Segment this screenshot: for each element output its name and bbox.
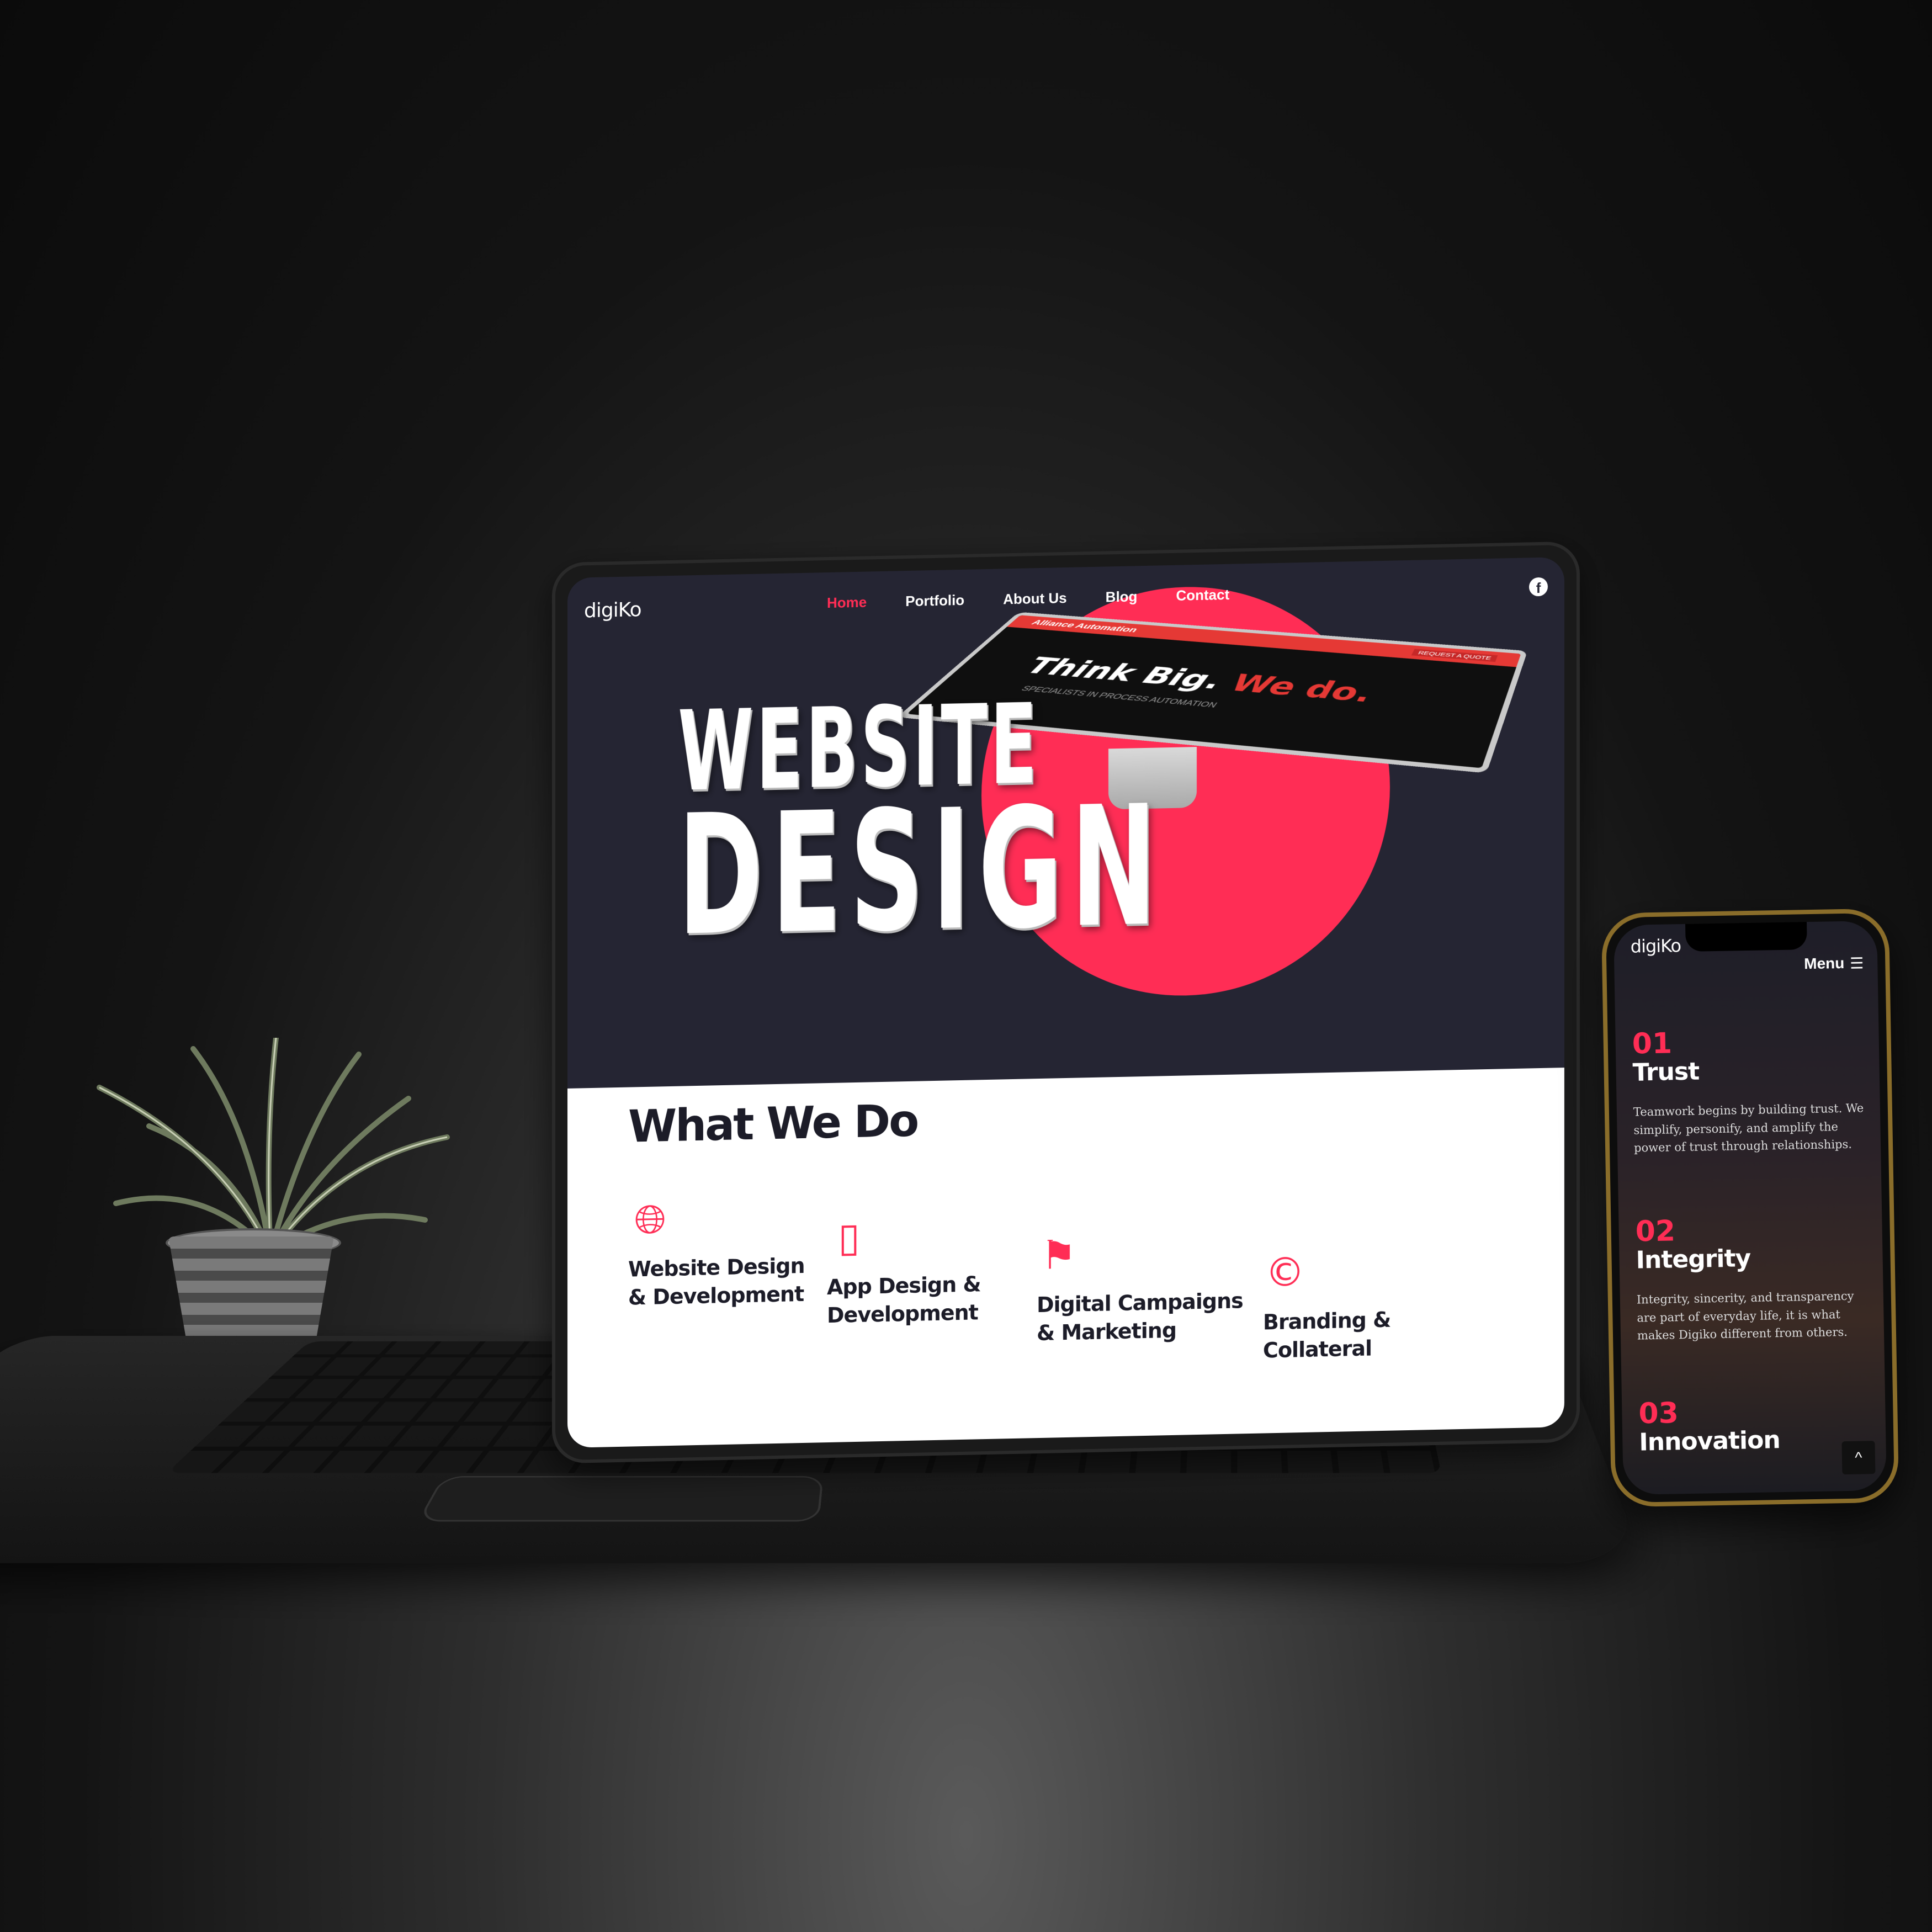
service-label: Branding & Collateral — [1263, 1304, 1451, 1365]
copyright-icon: © — [1263, 1250, 1307, 1295]
hero-title-line2: DESIGN — [678, 792, 1165, 951]
value-body: Teamwork begins by building trust. We si… — [1633, 1099, 1866, 1157]
nav-about-us[interactable]: About Us — [1003, 590, 1067, 608]
hero-section: Alliance Automation REQUEST A QUOTE Thin… — [567, 557, 1564, 1089]
service-digital-campaigns[interactable]: ⚑ Digital Campaigns & Marketing — [1037, 1229, 1257, 1348]
menu-label: Menu — [1804, 954, 1845, 972]
phone-notch — [1685, 922, 1807, 952]
laptop-trackpad — [417, 1476, 824, 1521]
service-label: Website Design & Development — [628, 1251, 816, 1312]
value-number: 01 — [1632, 1026, 1864, 1058]
value-integrity: 02 Integrity Integrity, sincerity, and t… — [1635, 1213, 1869, 1345]
globe-icon: 🌐︎ — [628, 1197, 672, 1242]
hero-title: WEBSITE DESIGN — [678, 692, 1165, 951]
value-trust: 01 Trust Teamwork begins by building tru… — [1632, 1026, 1866, 1157]
value-title: Innovation — [1639, 1424, 1871, 1456]
value-number: 02 — [1635, 1213, 1867, 1246]
mockup-headline-red: We do. — [1223, 670, 1378, 708]
nav-portfolio[interactable]: Portfolio — [905, 592, 964, 610]
nav-contact[interactable]: Contact — [1176, 586, 1229, 604]
value-body: Integrity, sincerity, and transparency a… — [1637, 1287, 1870, 1345]
phone-device: digiKo Menu ☰ 01 Trust Teamwork begins b… — [1601, 909, 1899, 1508]
menu-button[interactable]: Menu — [1804, 954, 1845, 973]
site-logo[interactable]: digiKo — [584, 598, 641, 622]
plant-leaves — [83, 1038, 458, 1259]
value-innovation: 03 Innovation — [1638, 1395, 1871, 1456]
value-number: 03 — [1638, 1395, 1871, 1428]
service-website-design[interactable]: 🌐︎ Website Design & Development — [628, 1193, 816, 1312]
laptop-screen: Alliance Automation REQUEST A QUOTE Thin… — [567, 557, 1564, 1448]
scroll-to-top-button[interactable]: ^ — [1841, 1441, 1875, 1474]
mockup-cta: REQUEST A QUOTE — [1411, 649, 1498, 662]
mockup-logo: Alliance Automation — [1029, 618, 1140, 634]
laptop-lid: Alliance Automation REQUEST A QUOTE Thin… — [552, 541, 1580, 1463]
nav-home[interactable]: Home — [827, 594, 867, 612]
value-title: Integrity — [1636, 1242, 1868, 1274]
section-title: What We Do — [628, 1095, 917, 1153]
service-app-design[interactable]: ▯ App Design & Development — [827, 1212, 1015, 1330]
devices-icon: ▯ — [827, 1214, 871, 1260]
service-label: App Design & Development — [827, 1270, 1015, 1330]
runner-icon: ⚑ — [1037, 1232, 1081, 1277]
service-label: Digital Campaigns & Marketing — [1037, 1287, 1257, 1348]
hamburger-icon[interactable]: ☰ — [1850, 954, 1864, 972]
phone-screen: digiKo Menu ☰ 01 Trust Teamwork begins b… — [1613, 921, 1887, 1495]
facebook-icon[interactable]: f — [1529, 577, 1548, 597]
services-section: What We Do 🌐︎ Website Design & Developme… — [567, 1068, 1564, 1448]
phone-logo[interactable]: digiKo — [1630, 935, 1681, 957]
value-title: Trust — [1632, 1054, 1865, 1086]
nav-blog[interactable]: Blog — [1106, 588, 1138, 606]
service-branding[interactable]: © Branding & Collateral — [1263, 1246, 1451, 1365]
